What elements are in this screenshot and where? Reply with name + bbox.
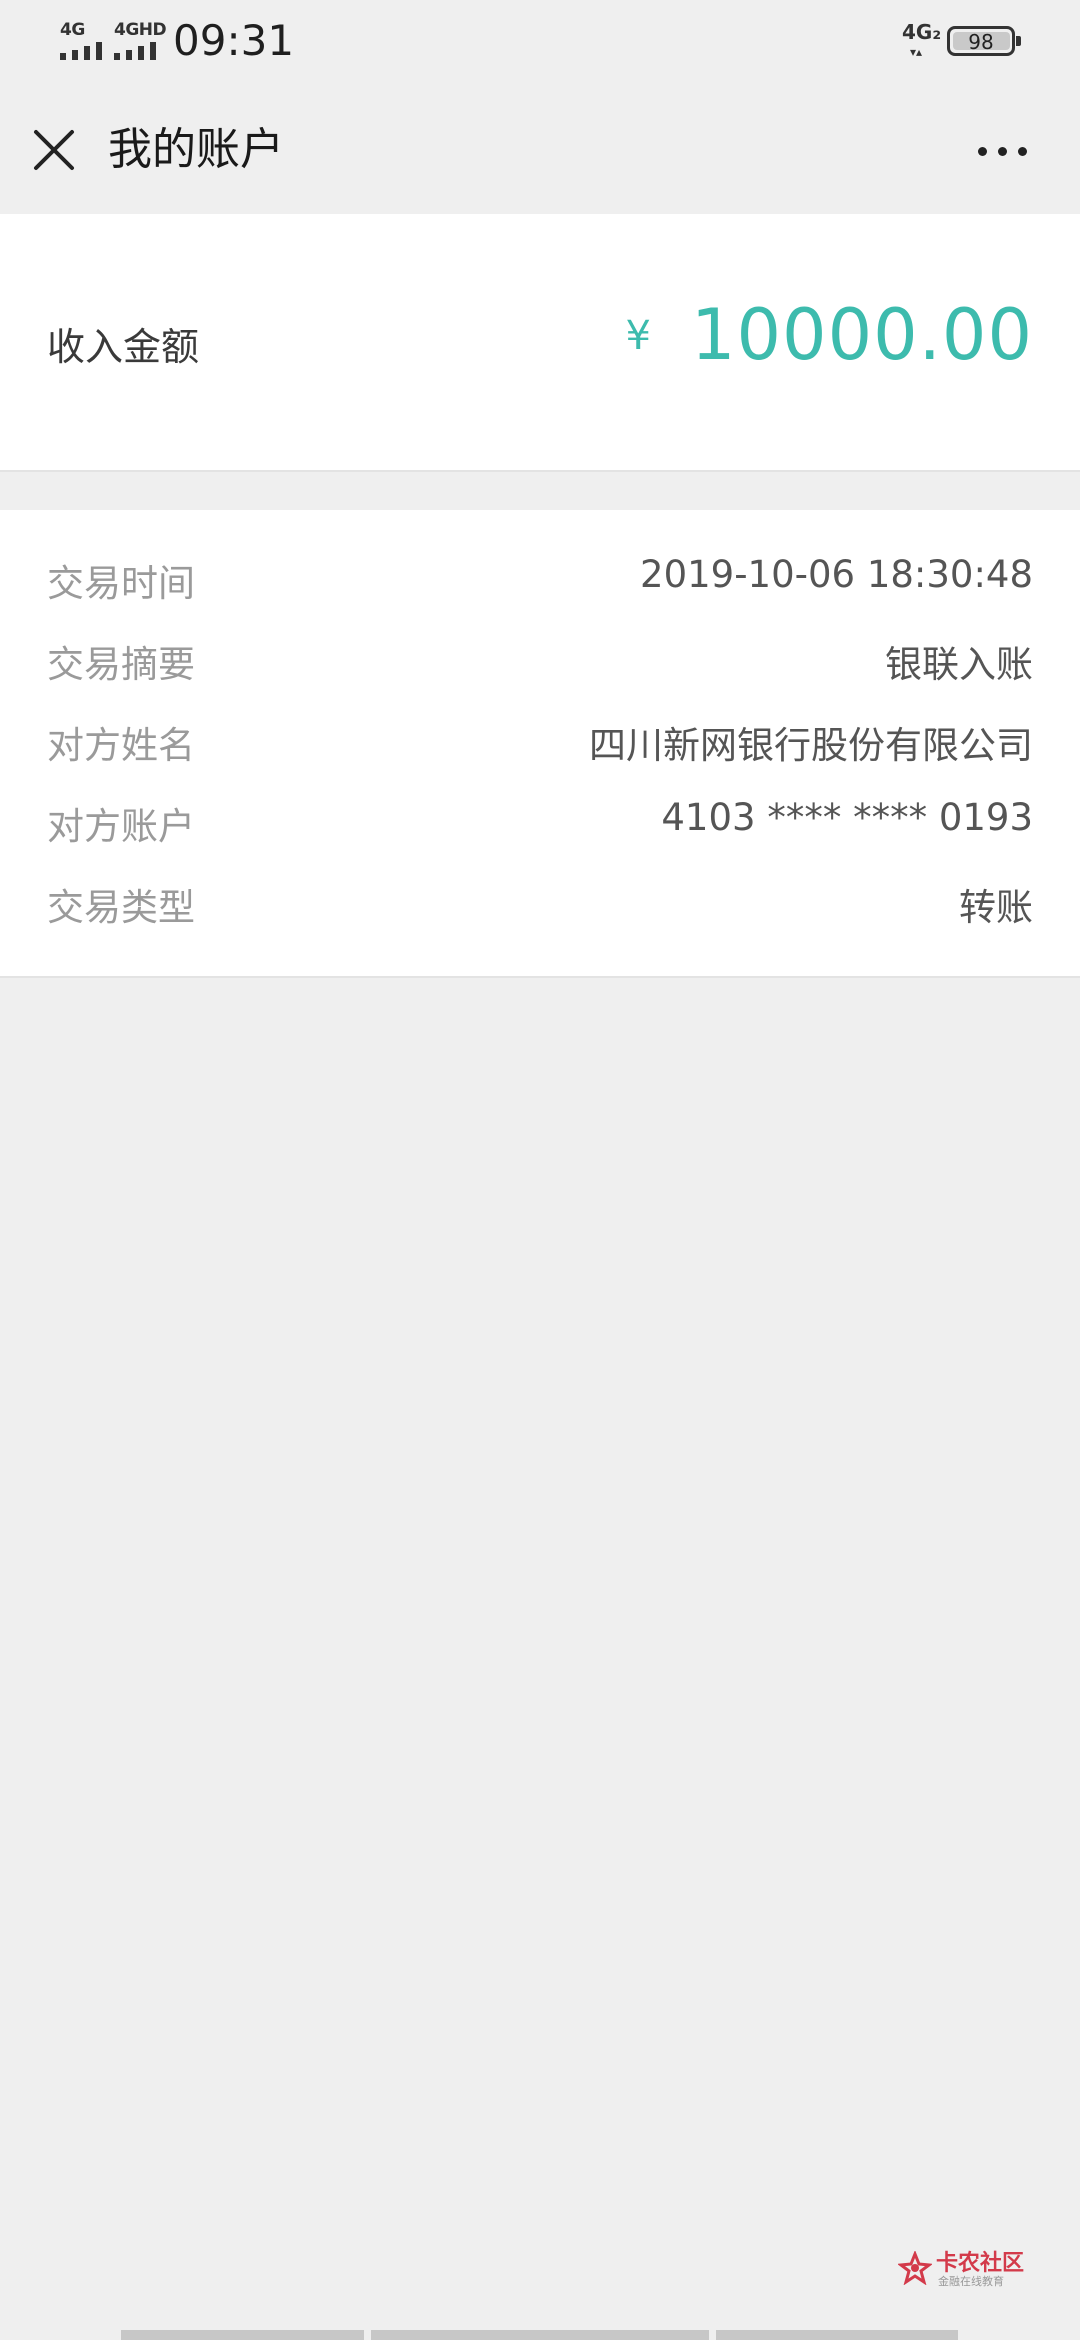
detail-row-type: 交易类型 转账 bbox=[0, 867, 1080, 948]
close-button[interactable] bbox=[24, 120, 84, 180]
amount-value: ¥10000.00 bbox=[626, 294, 1033, 376]
data-network-label: 4G₂ bbox=[902, 20, 942, 44]
amount-card: 收入金额 ¥10000.00 bbox=[0, 214, 1080, 472]
data-network-icon: 4G₂ ▾▴ bbox=[902, 20, 942, 64]
data-activity-icon: ▾▴ bbox=[910, 45, 923, 59]
detail-label: 对方账户 bbox=[47, 805, 195, 848]
detail-row-counterparty-account: 对方账户 4103 **** **** 0193 bbox=[0, 786, 1080, 867]
sim1-signal-icon: 4G bbox=[60, 20, 110, 60]
watermark-logo-icon bbox=[898, 2251, 932, 2285]
sim2-signal-icon: 4GHD bbox=[114, 20, 167, 60]
bottom-bar-segment bbox=[371, 2330, 709, 2340]
detail-value: 银联入账 bbox=[885, 643, 1033, 686]
battery-level: 98 bbox=[968, 30, 994, 54]
watermark-subtitle: 金融在线教育 bbox=[938, 2275, 1004, 2288]
detail-row-time: 交易时间 2019-10-06 18:30:48 bbox=[0, 543, 1080, 624]
amount-label: 收入金额 bbox=[47, 325, 200, 369]
detail-value: 四川新网银行股份有限公司 bbox=[589, 724, 1033, 767]
more-options-button[interactable] bbox=[970, 120, 1040, 180]
currency-symbol: ¥ bbox=[625, 313, 651, 359]
bottom-bar-segment bbox=[121, 2330, 364, 2340]
amount-number: 10000.00 bbox=[690, 294, 1033, 376]
sim2-network-label: 4GHD bbox=[114, 20, 167, 40]
status-bar: 4G 4GHD 09:31 4G₂ ▾▴ 98 bbox=[0, 0, 1080, 90]
detail-value: 4103 **** **** 0193 bbox=[661, 796, 1033, 839]
detail-value: 2019-10-06 18:30:48 bbox=[640, 553, 1033, 596]
detail-row-counterparty-name: 对方姓名 四川新网银行股份有限公司 bbox=[0, 705, 1080, 786]
detail-label: 交易类型 bbox=[47, 886, 195, 929]
detail-label: 对方姓名 bbox=[47, 724, 195, 767]
sim1-network-label: 4G bbox=[60, 20, 85, 40]
watermark: 卡农社区 金融在线教育 bbox=[898, 2245, 1028, 2293]
status-time: 09:31 bbox=[173, 16, 295, 65]
nav-bar: 我的账户 bbox=[0, 90, 1080, 214]
detail-row-summary: 交易摘要 银联入账 bbox=[0, 624, 1080, 705]
detail-label: 交易时间 bbox=[47, 562, 195, 605]
close-icon bbox=[34, 130, 74, 170]
detail-value: 转账 bbox=[959, 886, 1033, 929]
battery-cap bbox=[1016, 36, 1021, 46]
battery-icon: 98 bbox=[947, 26, 1021, 56]
detail-label: 交易摘要 bbox=[47, 643, 195, 686]
bottom-bar-segment bbox=[716, 2330, 958, 2340]
page-title: 我的账户 bbox=[108, 124, 284, 175]
transaction-details: 交易时间 2019-10-06 18:30:48 交易摘要 银联入账 对方姓名 … bbox=[0, 510, 1080, 978]
